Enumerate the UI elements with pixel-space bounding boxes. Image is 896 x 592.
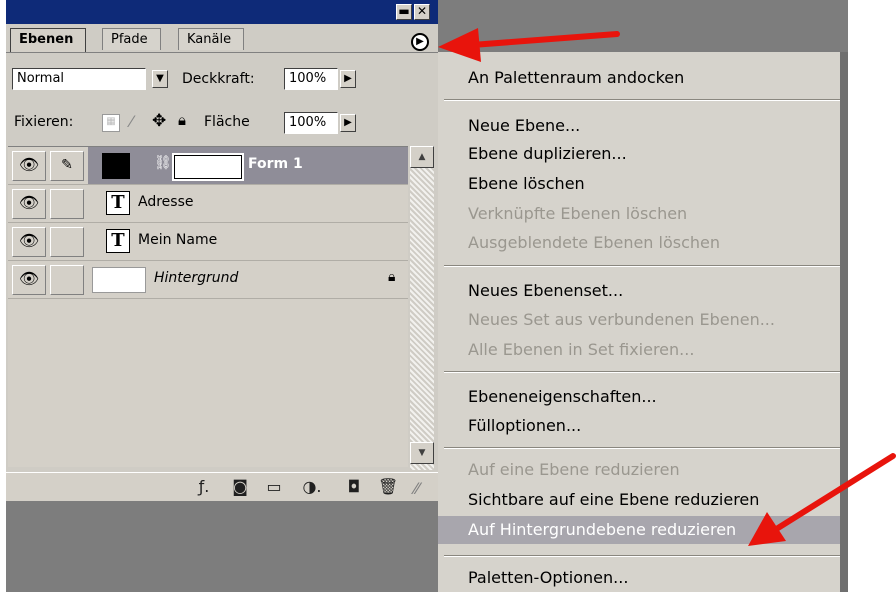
eye-icon[interactable]: 👁︎ (12, 265, 46, 295)
layer-content[interactable]: T Mein Name (88, 223, 408, 260)
layer-content[interactable]: T Adresse (88, 185, 408, 222)
layer-row-mein-name[interactable]: 👁︎ T Mein Name (8, 223, 408, 261)
lock-icon: 🔒︎ (388, 269, 396, 285)
layers-palette: ▬ ✕ Ebenen Pfade Kanäle ▶ Normal ▼ Deckk… (6, 0, 438, 592)
menu-item-merge-visible[interactable]: Sichtbare auf eine Ebene reduzieren (438, 486, 840, 514)
scroll-up-icon[interactable]: ▲ (410, 146, 434, 168)
layer-thumbnail (92, 267, 146, 293)
tab-pfade[interactable]: Pfade (102, 28, 161, 50)
lock-label: Fixieren: (14, 114, 74, 130)
layer-name: Mein Name (138, 232, 218, 248)
opacity-label: Deckkraft: (182, 71, 255, 87)
menu-separator (444, 555, 840, 557)
menu-item-lock-all-in-set[interactable]: Alle Ebenen in Set fixieren... (438, 336, 840, 364)
text-layer-icon: T (106, 191, 130, 215)
vector-mask-thumbnail (172, 153, 244, 181)
tab-kanaele[interactable]: Kanäle (178, 28, 245, 50)
menu-item-dock[interactable]: An Palettenraum andocken (438, 64, 840, 92)
move-icon[interactable]: ✥ (152, 111, 166, 131)
layer-name: Hintergrund (154, 270, 239, 286)
menu-item-duplicate-layer[interactable]: Ebene duplizieren... (438, 140, 840, 168)
fill-label: Fläche (204, 114, 250, 130)
brush-empty-cell[interactable] (50, 265, 84, 295)
menu-item-new-layer[interactable]: Neue Ebene... (438, 112, 840, 140)
layer-name: Adresse (138, 194, 194, 210)
fill-input[interactable]: 100% (284, 112, 338, 134)
palette-flyout-menu: An Palettenraum andocken Neue Ebene... E… (438, 0, 848, 592)
menu-item-flatten-image[interactable]: Auf Hintergrundebene reduzieren (438, 516, 840, 544)
style-icon[interactable]: ƒ. (194, 477, 214, 497)
link-icon[interactable]: ⛓ (154, 155, 172, 171)
mask-icon[interactable]: ◙ (230, 477, 250, 497)
blend-mode-select[interactable]: Normal (12, 68, 146, 90)
new-layer-icon[interactable]: ◘ (344, 477, 364, 497)
menu-top-strip (438, 0, 848, 52)
fill-slider-button[interactable]: ▶ (340, 114, 356, 132)
eye-icon[interactable]: 👁︎ (12, 151, 46, 181)
menu-item-new-set[interactable]: Neues Ebenenset... (438, 277, 840, 305)
adjustment-icon[interactable]: ◑. (302, 477, 322, 497)
menu-shadow (840, 52, 848, 592)
menu-item-merge-down[interactable]: Auf eine Ebene reduzieren (438, 456, 840, 484)
resize-grip-icon[interactable]: ⁄⁄ (414, 479, 419, 498)
brush-lock-icon[interactable]: ⁄ (130, 112, 133, 131)
menu-separator (444, 371, 840, 373)
palette-titlebar (6, 0, 438, 24)
menu-arrow-icon: ▶ (416, 36, 424, 47)
lock-icon[interactable]: 🔒︎ (178, 111, 186, 129)
menu-separator (444, 99, 840, 101)
layers-scrollbar[interactable]: ▲ ▼ (410, 146, 434, 470)
scroll-down-icon[interactable]: ▼ (410, 442, 434, 464)
palette-bottom-bar: ƒ. ◙ ▭ ◑. ◘ 🗑︎ ⁄⁄ (6, 472, 438, 501)
brush-icon[interactable]: ✎ (50, 151, 84, 181)
menu-item-layer-properties[interactable]: Ebeneneigenschaften... (438, 383, 840, 411)
brush-empty-cell[interactable] (50, 227, 84, 257)
menu-item-delete-layer[interactable]: Ebene löschen (438, 170, 840, 198)
layer-row-adresse[interactable]: 👁︎ T Adresse (8, 185, 408, 223)
menu-separator (444, 447, 840, 449)
menu-item-delete-linked[interactable]: Verknüpfte Ebenen löschen (438, 200, 840, 228)
page-margin (848, 0, 896, 592)
close-button[interactable]: ✕ (414, 4, 430, 20)
workspace-background (6, 501, 438, 592)
menu-item-delete-hidden[interactable]: Ausgeblendete Ebenen löschen (438, 229, 840, 257)
layers-list: 👁︎ ✎ ⛓ Form 1 👁︎ T Adresse 👁︎ T Mein Nam… (8, 146, 408, 467)
tab-ebenen[interactable]: Ebenen (10, 28, 87, 52)
opacity-input[interactable]: 100% (284, 68, 338, 90)
eye-icon[interactable]: 👁︎ (12, 227, 46, 257)
menu-separator (444, 265, 840, 267)
tab-divider (6, 52, 438, 53)
layer-row-hintergrund[interactable]: 👁︎ Hintergrund 🔒︎ (8, 261, 408, 299)
trash-icon[interactable]: 🗑︎ (378, 477, 398, 497)
layer-content[interactable]: Hintergrund 🔒︎ (88, 261, 408, 298)
blend-mode-dropdown-button[interactable]: ▼ (152, 70, 168, 88)
text-layer-icon: T (106, 229, 130, 253)
menu-item-new-set-linked[interactable]: Neues Set aus verbundenen Ebenen... (438, 306, 840, 334)
layer-content[interactable]: ⛓ Form 1 (88, 147, 408, 184)
brush-empty-cell[interactable] (50, 189, 84, 219)
minimize-button[interactable]: ▬ (396, 4, 412, 20)
folder-icon[interactable]: ▭ (264, 477, 284, 497)
opacity-slider-button[interactable]: ▶ (340, 70, 356, 88)
palette-menu-button[interactable]: ▶ (411, 33, 429, 51)
layer-name: Form 1 (248, 156, 303, 172)
layer-row-form1[interactable]: 👁︎ ✎ ⛓ Form 1 (8, 147, 408, 185)
layer-thumbnail (102, 153, 130, 179)
eye-icon[interactable]: 👁︎ (12, 189, 46, 219)
menu-item-palette-options[interactable]: Paletten-Optionen... (438, 564, 840, 592)
lock-transparency-icon[interactable]: ▦ (102, 114, 120, 132)
menu-item-blending-options[interactable]: Fülloptionen... (438, 412, 840, 440)
